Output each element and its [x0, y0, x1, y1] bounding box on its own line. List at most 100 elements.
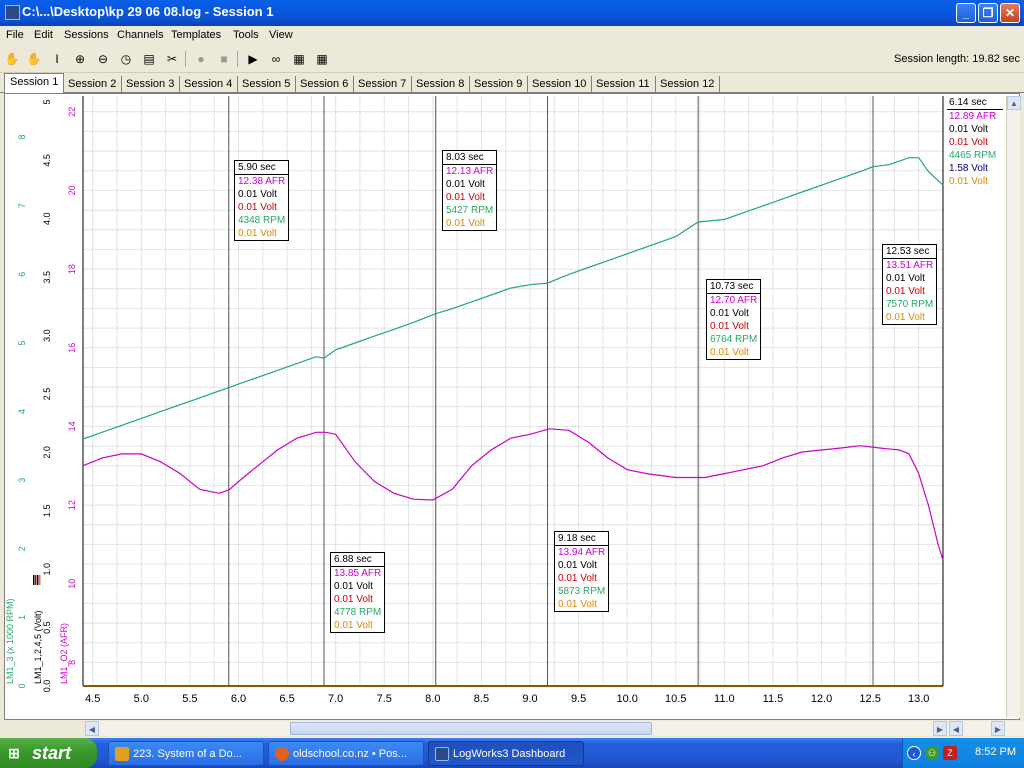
- tab-session-6[interactable]: Session 6: [295, 76, 355, 93]
- stop-icon[interactable]: ■: [215, 50, 233, 68]
- chart-area: 4.5 5.0 5.5 6.0 6.5 7.0 7.5 8.0 8.5 9.0 9.5 10.0 10.…: [4, 93, 1024, 736]
- marker-value: 0.01 Volt: [710, 308, 749, 319]
- menu-view[interactable]: View: [269, 29, 293, 41]
- taskbar: ⊞ start 223. System of a Do... oldschool…: [0, 738, 1024, 768]
- tab-session-11[interactable]: Session 11: [591, 76, 656, 93]
- legend-volt-4: 1.58 Volt: [949, 163, 988, 174]
- tab-session-1[interactable]: Session 1: [4, 73, 65, 94]
- afr-tick-label: 16: [67, 343, 77, 353]
- start-label: start: [32, 743, 72, 763]
- tab-session-3[interactable]: Session 3: [121, 76, 181, 93]
- marker-readout[interactable]: 8.03 sec 12.13 AFR 0.01 Volt 0.01 Volt 5427 …: [442, 150, 498, 231]
- legend-volt-3: 0.01 Volt: [949, 176, 988, 187]
- menu-templates[interactable]: Templates: [171, 29, 221, 41]
- toolbar-separator: [237, 51, 238, 67]
- task-firefox[interactable]: oldschool.co.nz • Pos...: [268, 741, 424, 766]
- start-button[interactable]: ⊞ start: [0, 738, 97, 768]
- marker-time: 9.18 sec: [555, 532, 609, 546]
- horizontal-scrollbar[interactable]: ◀ ▶ ◀ ▶: [85, 721, 1024, 736]
- log-chart[interactable]: 4.5 5.0 5.5 6.0 6.5 7.0 7.5 8.0 8.5 9.0 9.5 10.0 10.…: [5, 94, 1005, 719]
- minimize-button[interactable]: _: [956, 3, 976, 23]
- chart-grid-icon[interactable]: ▦: [290, 50, 308, 68]
- x-tick-label: 10.5: [665, 693, 686, 705]
- marker-value: 0.01 Volt: [334, 581, 373, 592]
- binoculars-icon[interactable]: ∞: [267, 50, 285, 68]
- tab-session-4[interactable]: Session 4: [179, 76, 239, 93]
- marker-value: 4348 RPM: [238, 215, 286, 226]
- hand-disabled-icon[interactable]: ✋: [25, 50, 43, 68]
- marker-readout[interactable]: 9.18 sec 13.94 AFR 0.01 Volt 0.01 Volt 5873 …: [554, 531, 610, 612]
- volt-channel-swatch: [35, 575, 37, 585]
- table-icon[interactable]: ▦: [313, 50, 331, 68]
- x-tick-label: 9.0: [522, 693, 537, 705]
- volt-tick-label: 0.5: [42, 621, 52, 634]
- scroll-left-icon[interactable]: ◀: [85, 721, 99, 736]
- record-icon[interactable]: ●: [192, 50, 210, 68]
- marker-readout[interactable]: 6.88 sec 13.85 AFR 0.01 Volt 0.01 Volt 4778 …: [330, 552, 386, 633]
- scroll-left-icon-2[interactable]: ◀: [949, 721, 963, 736]
- tab-session-5[interactable]: Session 5: [237, 76, 297, 93]
- marker-value: 0.01 Volt: [886, 286, 925, 297]
- menu-tools[interactable]: Tools: [233, 29, 259, 41]
- tools-icon[interactable]: ✂: [163, 50, 181, 68]
- scroll-right-icon[interactable]: ▶: [933, 721, 947, 736]
- marker-value: 0.01 Volt: [238, 189, 277, 200]
- text-cursor-icon[interactable]: I: [48, 50, 66, 68]
- firefox-icon: [275, 747, 289, 761]
- menu-channels[interactable]: Channels: [117, 29, 163, 41]
- plot-background: [83, 96, 943, 686]
- marker-value: 12.38 AFR: [238, 176, 286, 187]
- marker-value: 13.94 AFR: [558, 547, 606, 558]
- hand-icon[interactable]: ✋: [3, 50, 21, 68]
- tab-session-10[interactable]: Session 10: [527, 76, 593, 93]
- zoom-in-icon[interactable]: ⊕: [71, 50, 89, 68]
- marker-value: 5427 RPM: [446, 205, 494, 216]
- network-icon[interactable]: ⚇: [925, 746, 939, 760]
- tab-session-12[interactable]: Session 12: [655, 76, 721, 93]
- menu-edit[interactable]: Edit: [34, 29, 53, 41]
- vertical-scrollbar[interactable]: ▲: [1006, 96, 1021, 718]
- tray-expand-icon[interactable]: ‹: [907, 746, 921, 760]
- volt-channel-swatch: [33, 575, 35, 585]
- task-media-player[interactable]: 223. System of a Do...: [108, 741, 264, 766]
- rpm-axis-label: LM1_3 (x 1000 RPM): [5, 598, 15, 684]
- notepad-icon[interactable]: ▤: [140, 50, 158, 68]
- zoom-out-icon[interactable]: ⊖: [94, 50, 112, 68]
- x-tick-label: 9.5: [571, 693, 586, 705]
- marker-value: 13.51 AFR: [886, 260, 934, 271]
- restore-button[interactable]: ❐: [978, 3, 998, 23]
- tab-session-7[interactable]: Session 7: [353, 76, 413, 93]
- task-logworks[interactable]: LogWorks3 Dashboard: [428, 741, 584, 766]
- afr-tick-label: 20: [67, 185, 77, 195]
- zonealarm-icon[interactable]: Z: [943, 746, 957, 760]
- tab-session-2[interactable]: Session 2: [63, 76, 123, 93]
- menu-file[interactable]: File: [6, 29, 24, 41]
- play-icon[interactable]: ▶: [244, 50, 262, 68]
- x-tick-label: 11.0: [714, 693, 735, 705]
- toolbar-separator: [185, 51, 186, 67]
- stopwatch-icon[interactable]: ◷: [117, 50, 135, 68]
- close-button[interactable]: ✕: [1000, 3, 1020, 23]
- horizontal-scroll-thumb[interactable]: [290, 722, 652, 735]
- tab-session-8[interactable]: Session 8: [411, 76, 471, 93]
- marker-value: 0.01 Volt: [886, 312, 925, 323]
- menu-sessions[interactable]: Sessions: [64, 29, 109, 41]
- marker-readout[interactable]: 5.90 sec 12.38 AFR 0.01 Volt 0.01 Volt 4348 …: [234, 160, 290, 241]
- legend-volt-1: 0.01 Volt: [949, 124, 988, 135]
- volt-tick-label: 0.0: [42, 680, 52, 693]
- marker-time: 6.88 sec: [331, 553, 385, 567]
- x-tick-label: 6.0: [231, 693, 246, 705]
- scroll-right-icon-2[interactable]: ▶: [991, 721, 1005, 736]
- marker-value: 5873 RPM: [558, 586, 606, 597]
- marker-readout[interactable]: 10.73 sec 12.70 AFR 0.01 Volt 0.01 Volt 6764…: [706, 279, 762, 360]
- marker-value: 0.01 Volt: [710, 347, 749, 358]
- marker-readout[interactable]: 12.53 sec 13.51 AFR 0.01 Volt 0.01 Volt 7570…: [882, 244, 938, 325]
- afr-tick-label: 22: [67, 107, 77, 117]
- marker-value: 0.01 Volt: [558, 573, 597, 584]
- volt-tick-label: 2.5: [42, 388, 52, 401]
- volt-channel-swatch: [39, 575, 41, 585]
- marker-time: 10.73 sec: [707, 280, 761, 294]
- scroll-up-icon[interactable]: ▲: [1007, 96, 1021, 110]
- volt-tick-label: 1.0: [42, 563, 52, 576]
- tab-session-9[interactable]: Session 9: [469, 76, 529, 93]
